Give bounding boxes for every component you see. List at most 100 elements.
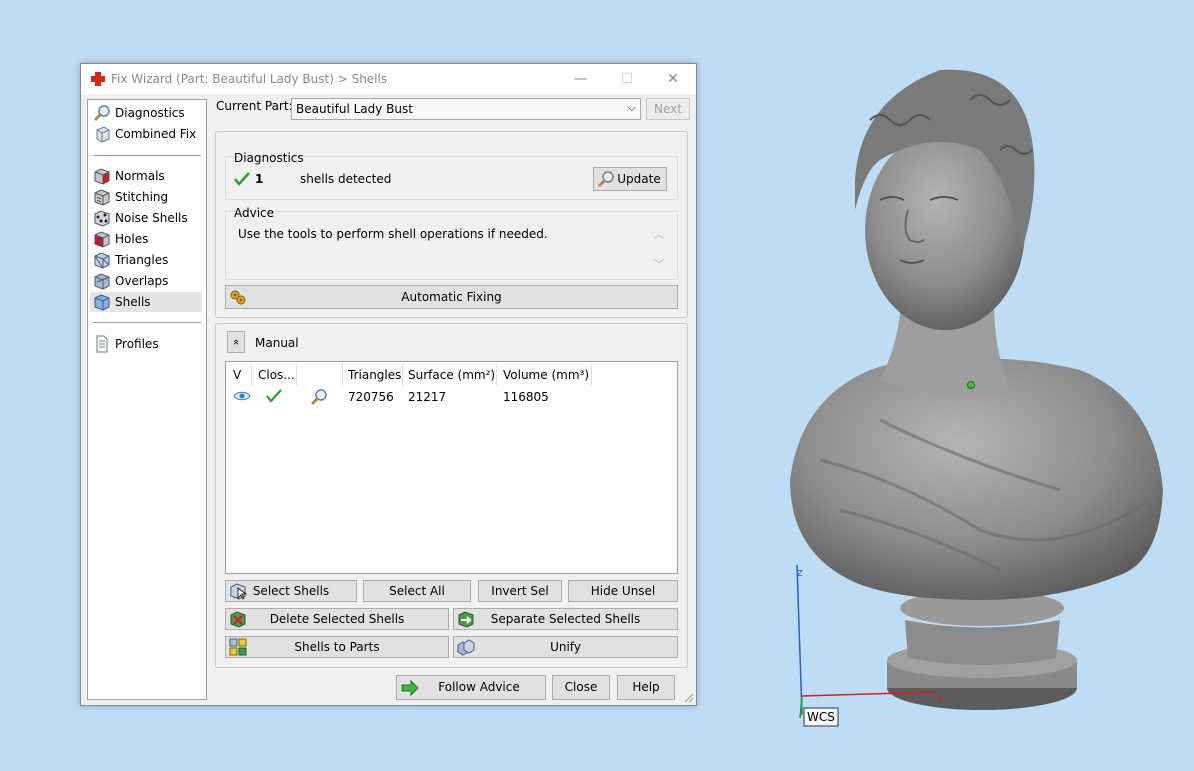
sidebar-item-normals[interactable]: Normals (90, 166, 202, 186)
sidebar-item-overlaps[interactable]: Overlaps (90, 271, 202, 291)
close-button[interactable]: Close (552, 675, 610, 700)
delete-selected-shells-button[interactable]: Delete Selected Shells (225, 608, 449, 630)
column-header-triangles[interactable]: Triangles (348, 368, 401, 382)
z-axis-line (796, 564, 803, 716)
collapse-manual-button[interactable]: « (227, 331, 245, 353)
bust-model[interactable] (790, 69, 1163, 710)
sidebar-item-shells[interactable]: Shells (90, 292, 202, 312)
noise-shells-icon (94, 210, 110, 227)
update-label: Update (617, 172, 661, 186)
separate-selected-shells-button[interactable]: Separate Selected Shells (453, 608, 678, 630)
fix-wizard-window: Fix Wizard (Part: Beautiful Lady Bust) >… (80, 63, 697, 706)
current-part-label: Current Part: (216, 99, 293, 113)
separate-selected-shells-label: Separate Selected Shells (490, 612, 641, 626)
hide-unsel-button[interactable]: Hide Unsel (568, 580, 678, 602)
sidebar-item-label: Triangles (115, 253, 169, 267)
select-shells-label: Select Shells (252, 584, 330, 598)
minimize-button[interactable]: — (558, 64, 604, 94)
sidebar-item-stitching[interactable]: Stitching (90, 187, 202, 207)
cell-surface: 21217 (408, 390, 447, 404)
shells-to-parts-icon (229, 638, 247, 656)
delete-selected-shells-label: Delete Selected Shells (269, 612, 405, 626)
triangles-cube-icon (94, 252, 110, 269)
sidebar-item-label: Stitching (115, 190, 169, 204)
select-all-button[interactable]: Select All (363, 580, 471, 602)
eye-icon[interactable] (233, 390, 251, 402)
title-bar[interactable]: Fix Wizard (Part: Beautiful Lady Bust) >… (81, 64, 696, 94)
column-separator (591, 364, 592, 386)
sidebar-item-label: Overlaps (115, 274, 169, 288)
advice-group: Advice Use the tools to perform shell op… (225, 206, 678, 280)
sidebar-item-label: Combined Fix (115, 127, 197, 141)
sidebar-item-label: Shells (115, 295, 151, 309)
shells-to-parts-button[interactable]: Shells to Parts (225, 636, 449, 658)
help-button[interactable]: Help (617, 675, 675, 700)
column-header-visible[interactable]: V (233, 368, 241, 382)
sidebar-item-label: Holes (115, 232, 149, 246)
sidebar-item-label: Diagnostics (115, 106, 185, 120)
resize-grip-icon[interactable] (684, 693, 694, 703)
scroll-up-icon[interactable]: ︿ (654, 226, 664, 241)
scroll-down-icon[interactable]: ﹀ (654, 256, 664, 271)
pick-marker (967, 381, 975, 389)
sidebar-item-noise-shells[interactable]: Noise Shells (90, 208, 202, 228)
invert-sel-button[interactable]: Invert Sel (478, 580, 562, 602)
column-header-surface[interactable]: Surface (mm²) (408, 368, 495, 382)
sidebar: Diagnostics Combined Fix Normals Stitchi… (87, 99, 207, 700)
shells-detected-text: shells detected (300, 172, 392, 186)
magnifier-icon[interactable] (310, 388, 328, 406)
shells-table[interactable]: V Clos... Triangles Surface (mm²) Volume… (225, 361, 678, 574)
update-button[interactable]: Update (593, 167, 667, 191)
maximize-button[interactable]: ☐ (604, 64, 650, 94)
sidebar-item-holes[interactable]: Holes (90, 229, 202, 249)
sidebar-item-profiles[interactable]: Profiles (90, 334, 202, 354)
column-separator (496, 364, 497, 386)
advice-text: Use the tools to perform shell operation… (238, 227, 548, 241)
checkmark-icon (234, 172, 250, 186)
select-cursor-icon (230, 583, 247, 600)
stitching-cube-icon (94, 189, 110, 206)
sidebar-divider (93, 155, 201, 156)
automatic-fixing-label: Automatic Fixing (401, 290, 502, 304)
manual-panel: « Manual V Clos... Triangles Surface (mm… (215, 323, 688, 668)
sidebar-item-label: Noise Shells (115, 211, 188, 225)
chevron-down-icon: ⌵ (627, 101, 636, 114)
sidebar-item-combined-fix[interactable]: Combined Fix (90, 124, 202, 144)
overlaps-cube-icon (94, 273, 110, 290)
column-separator (342, 364, 343, 386)
holes-cube-icon (94, 231, 110, 248)
current-part-dropdown[interactable]: Beautiful Lady Bust ⌵ (291, 98, 641, 120)
close-window-button[interactable]: ✕ (650, 64, 696, 94)
sidebar-item-label: Profiles (115, 337, 159, 351)
unify-icon (457, 639, 475, 656)
next-button[interactable]: Next (646, 98, 690, 120)
sidebar-item-triangles[interactable]: Triangles (90, 250, 202, 270)
follow-advice-button[interactable]: Follow Advice (396, 675, 546, 700)
window-title: Fix Wizard (Part: Beautiful Lady Bust) >… (111, 72, 388, 86)
column-separator (296, 364, 297, 386)
red-cross-icon (91, 72, 105, 86)
magnifier-icon (597, 171, 614, 188)
pedestal-neck (905, 620, 1060, 665)
column-header-closed[interactable]: Clos... (258, 368, 295, 382)
follow-advice-label: Follow Advice (438, 680, 520, 694)
table-row[interactable]: 720756 21217 116805 (226, 386, 677, 408)
diagnostics-title: Diagnostics (234, 151, 304, 165)
normals-cube-icon (94, 168, 110, 185)
automatic-fixing-button[interactable]: Automatic Fixing (225, 285, 678, 309)
viewport-3d[interactable]: z x WCS (760, 60, 1194, 760)
unify-label: Unify (550, 640, 581, 654)
diagnostics-panel: Diagnostics 1 shells detected Update Adv… (215, 131, 688, 318)
sidebar-item-diagnostics[interactable]: Diagnostics (90, 103, 202, 123)
delete-shell-icon (230, 611, 246, 628)
green-arrow-icon (401, 679, 419, 697)
checkmark-icon (266, 389, 282, 403)
shells-to-parts-label: Shells to Parts (294, 640, 380, 654)
x-axis-label: x (937, 692, 944, 705)
unify-button[interactable]: Unify (453, 636, 678, 658)
select-shells-button[interactable]: Select Shells (225, 580, 357, 602)
shells-cube-icon (94, 294, 110, 311)
magnifier-icon (93, 105, 110, 122)
column-header-volume[interactable]: Volume (mm³) (503, 368, 589, 382)
cube-icon (96, 126, 110, 143)
